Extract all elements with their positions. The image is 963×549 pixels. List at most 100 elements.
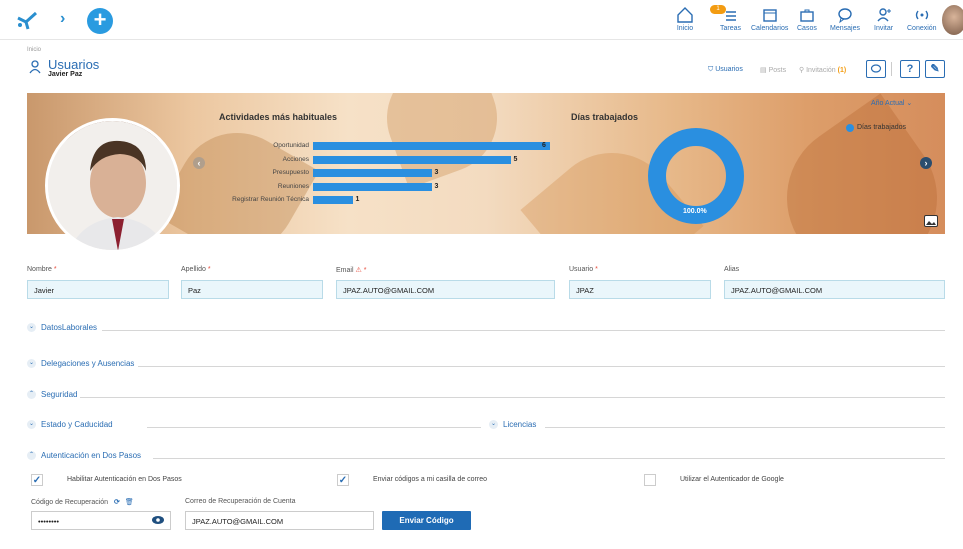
bar-1[interactable]	[313, 155, 511, 164]
briefcase-icon	[800, 9, 814, 22]
chart-prev-arrow-icon[interactable]: ‹	[193, 157, 205, 169]
comment-button[interactable]	[866, 60, 886, 78]
header-link-invitacion[interactable]: ⚲ Invitación (1)	[799, 66, 846, 74]
invite-icon: ⚲	[799, 67, 805, 74]
page-subtitle: Javier Paz	[48, 71, 83, 78]
nav-mensajes[interactable]: Mensajes	[830, 6, 860, 32]
section-licencias[interactable]: ⌄ Licencias	[489, 420, 536, 430]
nav-label: Mensajes	[830, 25, 860, 32]
breadcrumb[interactable]: Inicio	[27, 47, 41, 53]
section-delegaciones[interactable]: ⌄ Delegaciones y Ausencias	[27, 359, 135, 369]
home-icon	[677, 7, 693, 23]
attach-button[interactable]: ✎	[925, 60, 945, 78]
nav-label: Casos	[797, 25, 817, 32]
google-auth-label: Utilizar el Autenticador de Google	[680, 476, 784, 483]
add-new-button[interactable]: +	[87, 8, 113, 34]
nav-inicio[interactable]: Inicio	[676, 6, 694, 32]
refresh-icon[interactable]: ⟳	[114, 499, 120, 506]
section-datos-laborales[interactable]: ⌄ DatosLaborales	[27, 323, 97, 333]
apellido-field[interactable]: Paz	[181, 280, 323, 299]
chat-icon	[870, 64, 882, 73]
help-button[interactable]: ?	[900, 60, 920, 78]
trash-icon[interactable]: 🗑	[125, 499, 134, 506]
enviar-codigos-checkbox[interactable]: ✓	[337, 474, 349, 486]
change-banner-image-icon[interactable]	[924, 215, 938, 227]
chevron-down-icon: ⌄	[906, 100, 913, 107]
legend-swatch	[846, 124, 854, 132]
user-avatar[interactable]	[942, 5, 963, 35]
divider	[80, 397, 945, 398]
paperclip-icon: ✎	[930, 63, 940, 75]
invitation-count: (1)	[837, 67, 847, 74]
section-label: Delegaciones y Ausencias	[41, 359, 135, 368]
bar-0[interactable]	[313, 142, 550, 150]
bar-value-label: 5	[513, 155, 518, 163]
bar-3[interactable]	[313, 182, 432, 191]
email-label: Email ⚠ *	[336, 267, 367, 274]
divider	[153, 458, 945, 459]
chevron-down-icon: ⌄	[27, 359, 36, 369]
section-label: Estado y Caducidad	[41, 420, 113, 429]
header-link-usuarios[interactable]: ⛉ Usuarios	[708, 66, 743, 74]
bar-2[interactable]	[313, 169, 432, 177]
bar-category-label: Registrar Reunión Técnica	[232, 196, 309, 203]
habilitar-2fa-checkbox[interactable]: ✓	[31, 474, 43, 486]
section-label: Autenticación en Dos Pasos	[41, 451, 142, 460]
top-navigation-bar: › + Inicio Tareas 1 Calendarios Casos Me…	[0, 0, 963, 40]
chevron-up-icon: ⌃	[27, 390, 36, 400]
divider	[138, 366, 945, 367]
bar-category-label: Reuniones	[277, 182, 309, 190]
alias-label: Alias	[724, 266, 740, 273]
bar-value-label: 3	[434, 169, 439, 176]
header-link-posts[interactable]: ▤ Posts	[760, 66, 786, 74]
correo-recuperacion-field[interactable]: JPAZ.AUTO@GMAIL.COM	[185, 511, 374, 530]
profile-portrait-icon	[48, 121, 177, 250]
divider	[102, 330, 945, 331]
enviar-codigo-button[interactable]: Enviar Código	[382, 511, 471, 530]
section-estado-caducidad[interactable]: ⌄ Estado y Caducidad	[27, 420, 113, 430]
page-title: Usuarios	[48, 57, 100, 72]
usuario-label: Usuario *	[569, 266, 598, 273]
nav-conexion[interactable]: Conexión	[907, 6, 937, 32]
warning-icon: ⚠	[355, 267, 362, 274]
alias-field[interactable]: JPAZ.AUTO@GMAIL.COM	[724, 280, 945, 299]
bar-value-label: 3	[434, 182, 439, 190]
calendar-icon	[762, 9, 777, 22]
user-profile-photo[interactable]	[45, 118, 180, 253]
link-label: Usuarios	[715, 66, 743, 73]
nav-calendarios[interactable]: Calendarios	[751, 6, 788, 32]
activities-chart-title: Actividades más habituales	[219, 112, 338, 122]
nav-invitar[interactable]: Invitar	[874, 6, 893, 32]
bar-category-label: Acciones	[282, 155, 309, 163]
link-label: Invitación	[806, 67, 836, 74]
nombre-field[interactable]: Javier	[27, 280, 169, 299]
nav-label: Conexión	[907, 25, 937, 32]
users-icon: ⛉	[708, 66, 714, 73]
donut-slice[interactable]	[648, 128, 744, 224]
eye-icon[interactable]	[151, 515, 165, 525]
bar-category-label: Oportunidad	[273, 142, 309, 149]
app-logo-icon[interactable]	[16, 10, 42, 30]
usuario-field[interactable]: JPAZ	[569, 280, 711, 299]
email-field[interactable]: JPAZ.AUTO@GMAIL.COM	[336, 280, 555, 299]
users-icon	[29, 60, 41, 74]
section-dos-pasos[interactable]: ⌃ Autenticación en Dos Pasos	[27, 451, 142, 461]
bar-4[interactable]	[313, 196, 353, 204]
nav-label: Invitar	[874, 25, 894, 32]
section-seguridad[interactable]: ⌃ Seguridad	[27, 390, 77, 400]
nav-casos[interactable]: Casos	[797, 6, 817, 32]
chart-next-arrow-icon[interactable]: ›	[920, 157, 932, 169]
codigo-recuperacion-field[interactable]: ••••••••	[31, 511, 171, 530]
expand-menu-chevron-icon[interactable]: ›	[60, 10, 65, 28]
year-select[interactable]: Año Actual ⌄	[871, 99, 912, 107]
habilitar-2fa-label: Habilitar Autenticación en Dos Pasos	[67, 476, 182, 483]
correo-recuperacion-label: Correo de Recuperación de Cuenta	[185, 498, 296, 505]
chevron-down-icon: ⌄	[27, 420, 36, 430]
apellido-label: Apellido *	[181, 266, 211, 273]
nav-label: Tareas	[720, 25, 742, 32]
nav-label: Inicio	[676, 25, 694, 32]
tasks-count-badge: 1	[710, 5, 726, 14]
enviar-codigos-label: Enviar códigos a mi casilla de correo	[373, 476, 487, 483]
google-auth-checkbox[interactable]	[644, 474, 656, 486]
nombre-label: Nombre *	[27, 266, 57, 273]
